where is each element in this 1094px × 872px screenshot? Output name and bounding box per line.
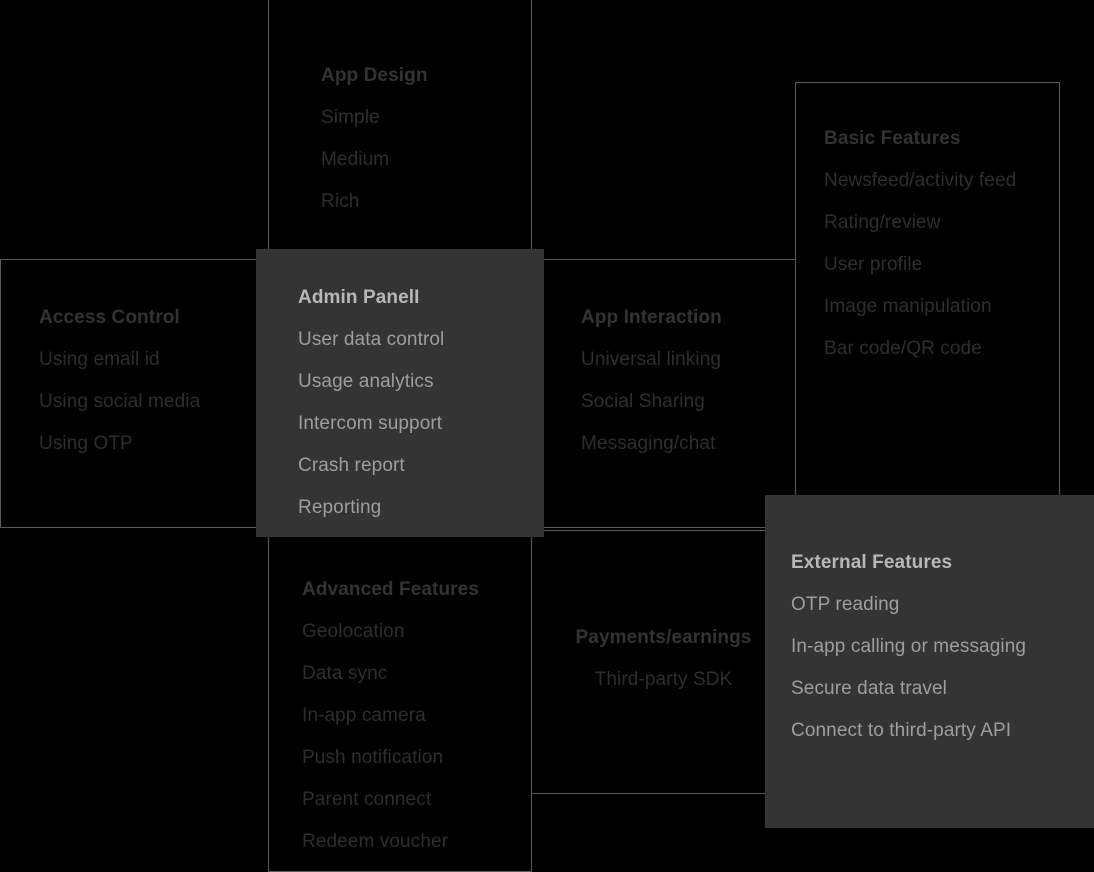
card-admin-panel[interactable]: Admin PanelI User data control Usage ana… — [256, 249, 544, 537]
card-admin-panel-item-3[interactable]: Crash report — [298, 456, 405, 475]
card-advanced-features-item-0[interactable]: Geolocation — [302, 622, 405, 641]
card-basic-features-item-0[interactable]: Newsfeed/activity feed — [824, 171, 1016, 190]
card-admin-panel-item-2[interactable]: Intercom support — [298, 414, 442, 433]
card-access-control[interactable]: Access Control Using email id Using soci… — [0, 259, 268, 528]
card-admin-panel-title: Admin PanelI — [298, 287, 420, 308]
card-app-interaction[interactable]: App Interaction Universal linking Social… — [531, 259, 796, 528]
card-external-features-item-1[interactable]: In-app calling or messaging — [791, 637, 1026, 656]
card-access-control-item-1[interactable]: Using social media — [39, 392, 200, 411]
card-external-features-item-2[interactable]: Secure data travel — [791, 679, 947, 698]
card-app-design-item-2[interactable]: Rich — [321, 192, 359, 211]
card-app-interaction-item-1[interactable]: Social Sharing — [581, 392, 705, 411]
card-advanced-features-item-3[interactable]: Push notification — [302, 748, 443, 767]
card-advanced-features-title: Advanced Features — [302, 579, 479, 600]
card-basic-features-title: Basic Features — [824, 128, 961, 149]
card-access-control-item-0[interactable]: Using email id — [39, 350, 160, 369]
card-external-features-item-3[interactable]: Connect to third-party API — [791, 721, 1011, 740]
feature-map-canvas: App Design Simple Medium Rich Basic Feat… — [0, 0, 1094, 872]
card-payments-earnings[interactable]: Payments/earnings Third-party SDK — [531, 530, 796, 794]
card-basic-features-item-4[interactable]: Bar code/QR code — [824, 339, 982, 358]
card-advanced-features-item-5[interactable]: Redeem voucher — [302, 832, 448, 851]
card-basic-features-item-2[interactable]: User profile — [824, 255, 922, 274]
card-admin-panel-item-0[interactable]: User data control — [298, 330, 444, 349]
card-advanced-features-item-2[interactable]: In-app camera — [302, 706, 426, 725]
card-app-design[interactable]: App Design Simple Medium Rich — [268, 0, 532, 260]
card-app-design-item-0[interactable]: Simple — [321, 108, 380, 127]
card-external-features-item-0[interactable]: OTP reading — [791, 595, 899, 614]
card-basic-features[interactable]: Basic Features Newsfeed/activity feed Ra… — [795, 82, 1060, 501]
card-advanced-features-item-4[interactable]: Parent connect — [302, 790, 431, 809]
card-payments-earnings-title: Payments/earnings — [575, 627, 752, 648]
card-app-design-title: App Design — [321, 65, 428, 86]
card-external-features[interactable]: External Features OTP reading In-app cal… — [765, 495, 1094, 828]
card-admin-panel-item-1[interactable]: Usage analytics — [298, 372, 434, 391]
card-app-interaction-item-2[interactable]: Messaging/chat — [581, 434, 715, 453]
card-payments-earnings-item-0[interactable]: Third-party SDK — [532, 670, 795, 689]
card-advanced-features-item-1[interactable]: Data sync — [302, 664, 387, 683]
card-access-control-item-2[interactable]: Using OTP — [39, 434, 133, 453]
card-basic-features-item-3[interactable]: Image manipulation — [824, 297, 992, 316]
card-app-interaction-item-0[interactable]: Universal linking — [581, 350, 721, 369]
card-external-features-title: External Features — [791, 552, 953, 573]
card-advanced-features[interactable]: Advanced Features Geolocation Data sync … — [268, 530, 532, 872]
card-basic-features-item-1[interactable]: Rating/review — [824, 213, 940, 232]
card-access-control-title: Access Control — [39, 307, 180, 328]
card-app-design-item-1[interactable]: Medium — [321, 150, 389, 169]
card-admin-panel-item-4[interactable]: Reporting — [298, 498, 381, 517]
card-app-interaction-title: App Interaction — [581, 307, 722, 328]
